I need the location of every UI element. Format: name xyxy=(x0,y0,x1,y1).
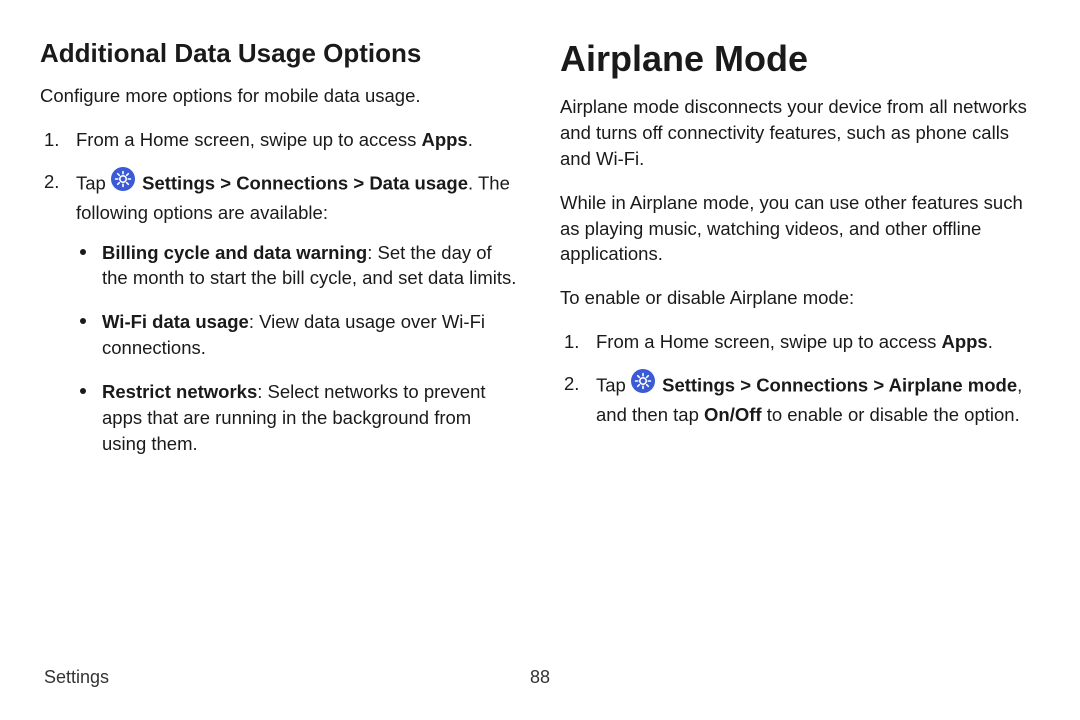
right-step-1: From a Home screen, swipe up to access A… xyxy=(560,329,1040,355)
step-bold: Data usage xyxy=(369,172,468,193)
bullet-item: Billing cycle and data warning: Set the … xyxy=(76,240,520,292)
step-sep: > xyxy=(215,172,236,193)
step-text: Tap xyxy=(596,374,631,395)
right-steps: From a Home screen, swipe up to access A… xyxy=(560,329,1040,428)
step-bold: Connections xyxy=(756,374,868,395)
step-text: From a Home screen, swipe up to access xyxy=(596,331,941,352)
bullet-item: Restrict networks: Select networks to pr… xyxy=(76,379,520,457)
step-bold: Settings xyxy=(662,374,735,395)
step-suffix: . xyxy=(988,331,993,352)
step-bold: Settings xyxy=(142,172,215,193)
step-suffix: to enable or disable the option. xyxy=(762,404,1020,425)
left-step-1: From a Home screen, swipe up to access A… xyxy=(40,127,520,153)
left-steps: From a Home screen, swipe up to access A… xyxy=(40,127,520,457)
left-step-2: Tap Settings > Connections > Data usage.… xyxy=(40,169,520,457)
right-step-2: Tap Settings > Connections > Airplane mo… xyxy=(560,371,1040,428)
step-text: Tap xyxy=(76,172,111,193)
left-bullets: Billing cycle and data warning: Set the … xyxy=(76,240,520,457)
bullet-title: Restrict networks xyxy=(102,381,257,402)
left-heading: Additional Data Usage Options xyxy=(40,38,520,69)
bullet-item: Wi-Fi data usage: View data usage over W… xyxy=(76,309,520,361)
left-column: Additional Data Usage Options Configure … xyxy=(40,38,520,475)
bullet-title: Billing cycle and data warning xyxy=(102,242,367,263)
step-bold: Apps xyxy=(941,331,987,352)
step-sep: > xyxy=(348,172,369,193)
step-bold: On/Off xyxy=(704,404,762,425)
step-bold: Connections xyxy=(236,172,348,193)
settings-gear-icon xyxy=(111,167,135,198)
right-para-3: To enable or disable Airplane mode: xyxy=(560,285,1040,311)
left-intro: Configure more options for mobile data u… xyxy=(40,83,520,109)
settings-gear-icon xyxy=(631,369,655,400)
right-column: Airplane Mode Airplane mode disconnects … xyxy=(560,38,1040,475)
right-heading: Airplane Mode xyxy=(560,38,1040,80)
right-para-2: While in Airplane mode, you can use othe… xyxy=(560,190,1040,268)
step-sep: > xyxy=(735,374,756,395)
footer-section: Settings xyxy=(44,667,109,688)
footer-page-number: 88 xyxy=(530,667,550,688)
step-sep: > xyxy=(868,374,888,395)
right-para-1: Airplane mode disconnects your device fr… xyxy=(560,94,1040,172)
step-suffix: . xyxy=(468,129,473,150)
bullet-title: Wi-Fi data usage xyxy=(102,311,249,332)
step-bold: Airplane mode xyxy=(889,374,1018,395)
page-footer: Settings 88 xyxy=(40,667,1040,688)
step-bold: Apps xyxy=(421,129,467,150)
step-text: From a Home screen, swipe up to access xyxy=(76,129,421,150)
